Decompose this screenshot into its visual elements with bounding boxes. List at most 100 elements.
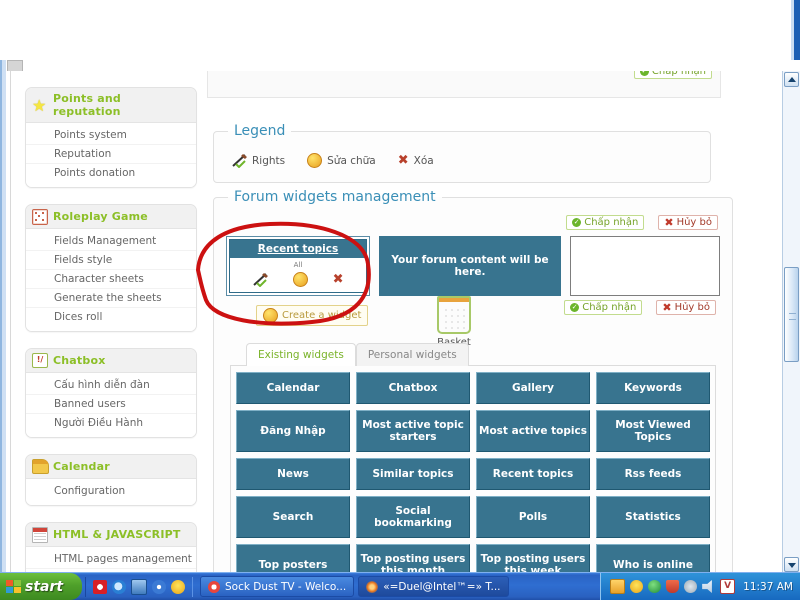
legend-panel: Legend Rights Sửa chữa ✖ Xóa: [213, 123, 711, 183]
right-widget-slot[interactable]: [570, 236, 720, 296]
sidebar-item-points-system[interactable]: Points system: [26, 126, 196, 145]
legend-label-edit: Sửa chữa: [327, 154, 376, 167]
widget-button-social-bookmarking[interactable]: Social bookmarking: [356, 496, 470, 538]
widget-button-search[interactable]: Search: [236, 496, 350, 538]
widgets-accept-button-bottom[interactable]: ✓ Chấp nhận: [564, 300, 643, 315]
widget-card-title[interactable]: Recent topics: [230, 240, 366, 258]
sidebar-item-fields-style[interactable]: Fields style: [26, 251, 196, 270]
top-accept-label: Chấp nhận: [651, 71, 706, 77]
media-player-icon[interactable]: [152, 579, 166, 594]
forum-widgets-management-panel: Forum widgets management ✓ Chấp nhận ✖ H…: [213, 189, 733, 573]
widget-button-most-active-topic-starters[interactable]: Most active topic starters: [356, 410, 470, 452]
edit-icon[interactable]: [292, 272, 308, 287]
widget-button-statistics[interactable]: Statistics: [596, 496, 710, 538]
widget-button-keywords[interactable]: Keywords: [596, 372, 710, 404]
sidebar-section-title: Chatbox: [53, 354, 106, 367]
browser-blank-top-area: [0, 0, 800, 60]
taskbar-item-label: Sock Dust TV - Welco...: [225, 580, 347, 593]
taskbar-window-buttons: Sock Dust TV - Welco... «=Duel@Intel™=» …: [200, 576, 509, 597]
tab-personal-widgets[interactable]: Personal widgets: [355, 343, 469, 366]
network-icon[interactable]: [684, 580, 698, 593]
left-widget-slot[interactable]: Recent topics All ✖: [226, 236, 370, 296]
widgets-management-title: Forum widgets management: [234, 189, 436, 205]
widget-button-most-active-topics[interactable]: Most active topics: [476, 410, 590, 452]
widget-button-similar-topics[interactable]: Similar topics: [356, 458, 470, 490]
admin-sidebar: ★ Points and reputation Points system Re…: [25, 87, 197, 573]
sidebar-item-reputation[interactable]: Reputation: [26, 145, 196, 164]
security-shield-icon[interactable]: [666, 580, 680, 593]
edit-icon: [307, 153, 323, 168]
rights-icon[interactable]: [252, 272, 268, 287]
sidebar-section-body: Cấu hình diễn đàn Banned users Người Điề…: [26, 373, 196, 437]
scroll-up-button[interactable]: [784, 72, 799, 87]
taskbar-item-sock-dust-tv[interactable]: Sock Dust TV - Welco...: [200, 576, 355, 597]
sidebar-section-body: Points system Reputation Points donation: [26, 123, 196, 187]
sidebar-item-generate-the-sheets[interactable]: Generate the sheets: [26, 289, 196, 308]
dice-icon: [32, 209, 48, 225]
widget-button-who-is-online[interactable]: Who is online: [596, 544, 710, 573]
widgets-accept-button[interactable]: ✓ Chấp nhận: [566, 215, 645, 230]
widget-card-recent-topics[interactable]: Recent topics All ✖: [226, 236, 370, 296]
widgets-cancel-button[interactable]: ✖ Hủy bỏ: [658, 215, 718, 230]
sidebar-item-fields-management[interactable]: Fields Management: [26, 232, 196, 251]
sidebar-section-title: Points and reputation: [53, 92, 121, 118]
sidebar-item-points-donation[interactable]: Points donation: [26, 164, 196, 182]
delete-icon[interactable]: ✖: [333, 273, 344, 286]
sidebar-section-title: HTML & JAVASCRIPT: [53, 528, 181, 541]
internet-explorer-icon[interactable]: [112, 579, 126, 594]
unikey-icon[interactable]: V: [720, 579, 736, 594]
sidebar-section-html-javascript: HTML & JAVASCRIPT HTML pages management …: [25, 522, 197, 573]
yahoo-messenger-icon[interactable]: [171, 579, 185, 594]
legend-item-edit: Sửa chữa: [307, 153, 376, 168]
widget-button-top-posters[interactable]: Top posters: [236, 544, 350, 573]
widget-button-rss-feeds[interactable]: Rss feeds: [596, 458, 710, 490]
desktop-edge-blue: [794, 0, 800, 60]
basket-dropzone[interactable]: Basket: [424, 296, 484, 348]
sidebar-item-banned-users[interactable]: Banned users: [26, 395, 196, 414]
widget-button-calendar[interactable]: Calendar: [236, 372, 350, 404]
widget-button-polls[interactable]: Polls: [476, 496, 590, 538]
desktop-left-strip-dark: [0, 60, 2, 573]
tab-existing-widgets[interactable]: Existing widgets: [246, 343, 356, 366]
opera-icon[interactable]: [93, 579, 107, 594]
volume-icon[interactable]: [702, 580, 712, 593]
sidebar-item-cau-hinh-dien-dan[interactable]: Cấu hình diễn đàn: [26, 376, 196, 395]
taskbar-clock[interactable]: 11:37 AM: [743, 581, 793, 593]
sidebar-section-chatbox: !/ Chatbox Cấu hình diễn đàn Banned user…: [25, 348, 197, 438]
sidebar-item-html-pages-management[interactable]: HTML pages management: [26, 550, 196, 569]
widgets-cancel-button-bottom[interactable]: ✖ Hủy bỏ: [656, 300, 716, 315]
sidebar-item-character-sheets[interactable]: Character sheets: [26, 270, 196, 289]
yahoo-messenger-tray-icon[interactable]: [630, 580, 644, 593]
sidebar-section-header: Calendar: [26, 455, 196, 479]
chatbox-icon: !/: [32, 353, 48, 368]
forum-content-placeholder: Your forum content will be here.: [379, 236, 561, 296]
widget-button-chatbox[interactable]: Chatbox: [356, 372, 470, 404]
widget-button-top-posting-users-this-week[interactable]: Top posting users this week: [476, 544, 590, 573]
mail-icon[interactable]: [610, 579, 626, 594]
scrollbar-thumb[interactable]: [784, 267, 799, 362]
x-mark-icon: ✖: [662, 301, 672, 314]
sidebar-item-dices-roll[interactable]: Dices roll: [26, 308, 196, 326]
sidebar-item-nguoi-dieu-hanh[interactable]: Người Điều Hành: [26, 414, 196, 432]
widget-button-dang-nhap[interactable]: Đăng Nhập: [236, 410, 350, 452]
widget-button-news[interactable]: News: [236, 458, 350, 490]
chrome-icon: [208, 580, 220, 593]
scroll-down-button[interactable]: [784, 557, 799, 572]
widgets-cancel-label: Hủy bỏ: [676, 217, 712, 228]
widget-grid: Calendar Chatbox Gallery Keywords Đăng N…: [236, 372, 710, 573]
widget-button-top-posting-users-this-month[interactable]: Top posting users this month: [356, 544, 470, 573]
page-vertical-scrollbar[interactable]: [782, 71, 800, 573]
sidebar-item-configuration[interactable]: Configuration: [26, 482, 196, 500]
show-desktop-icon[interactable]: [131, 578, 147, 595]
widget-button-recent-topics[interactable]: Recent topics: [476, 458, 590, 490]
widget-button-most-viewed-topics[interactable]: Most Viewed Topics: [596, 410, 710, 452]
top-accept-button[interactable]: ✓ Chấp nhận: [633, 71, 712, 79]
start-button[interactable]: start: [0, 573, 82, 600]
taskbar-item-duel-intel[interactable]: «=Duel@Intel™=» T...: [358, 576, 509, 597]
create-widget-button[interactable]: Create a widget: [256, 305, 369, 326]
widget-button-gallery[interactable]: Gallery: [476, 372, 590, 404]
forum-admin-page: ★ Points and reputation Points system Re…: [10, 71, 777, 573]
delete-icon: ✖: [397, 153, 409, 168]
check-circle-icon: ✓: [572, 218, 582, 227]
globe-icon[interactable]: [648, 580, 662, 593]
